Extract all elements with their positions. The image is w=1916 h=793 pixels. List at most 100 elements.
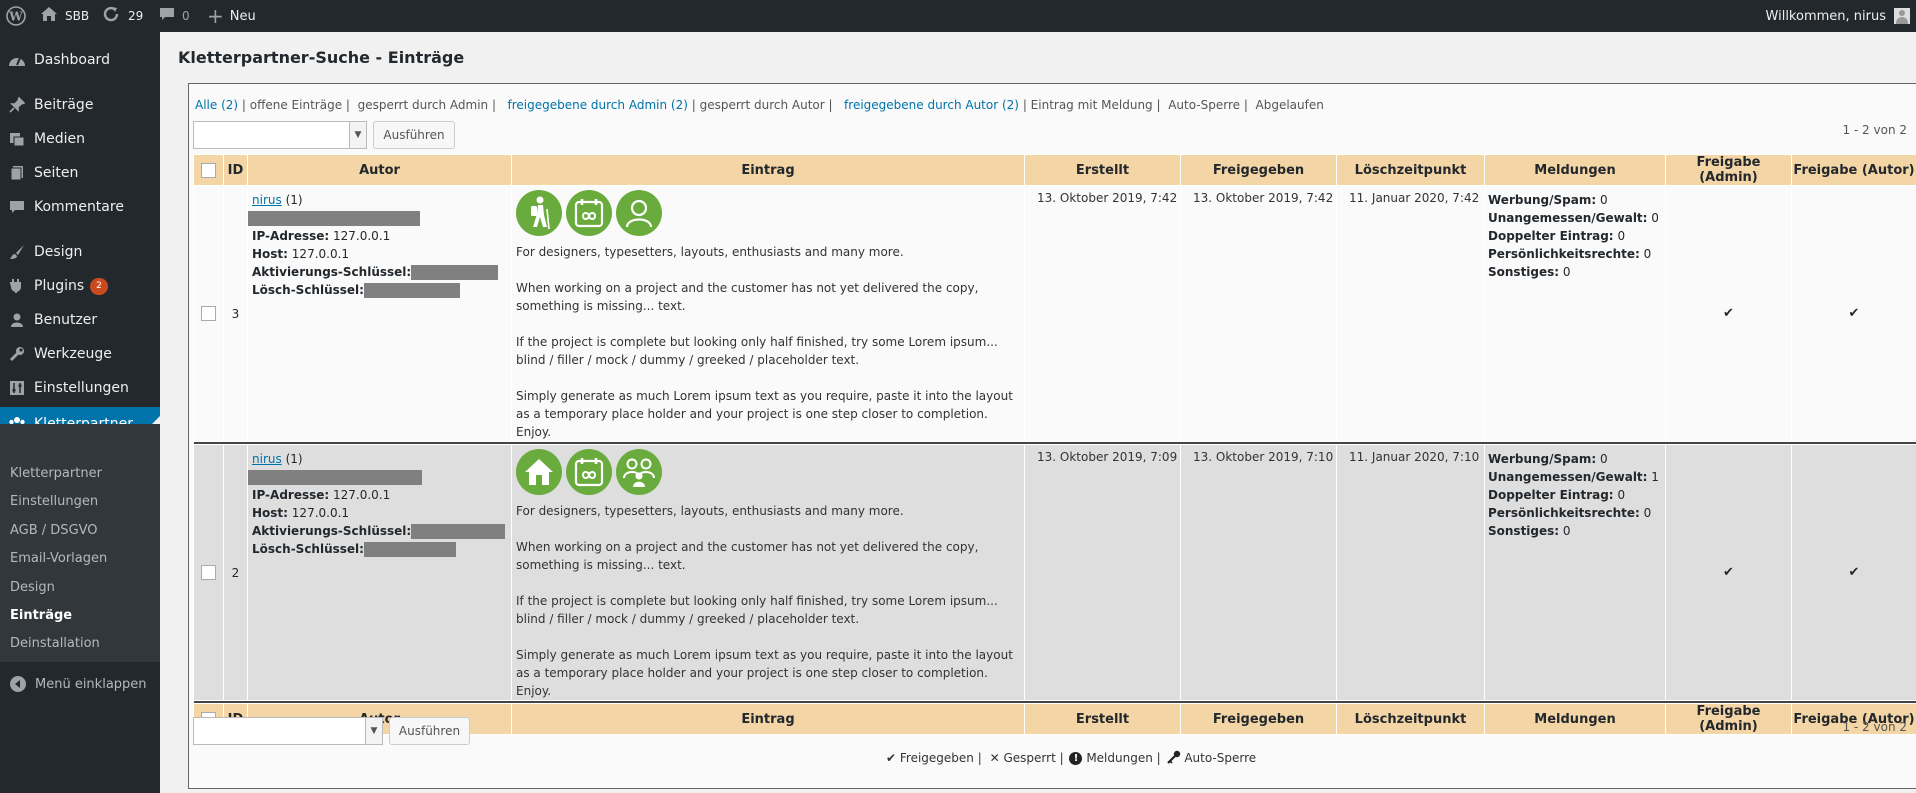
site-link[interactable]: SBB [40,0,89,32]
updates-count: 29 [128,9,144,23]
submenu-item-einstellungen[interactable]: Einstellungen [10,494,98,509]
column-header[interactable]: Freigabe (Admin) [1665,154,1792,186]
redacted-delete-key [363,542,456,557]
calendar-infinity-icon [566,449,612,495]
column-footer[interactable]: Freigegeben [1180,703,1337,735]
delete-date: 11. Januar 2020, 7:42 [1349,191,1480,205]
filter-locked-author[interactable]: gesperrt durch Autor [700,98,825,112]
wrench-icon [0,346,34,362]
row-checkbox[interactable] [201,306,216,321]
menu-label: Seiten [34,165,79,181]
menu-item-dashboard[interactable]: Dashboard [0,43,160,77]
apply-button-bottom[interactable]: Ausführen [389,717,470,745]
filter-reported[interactable]: Eintrag mit Meldung [1031,98,1153,112]
submenu-item-kletterpartner[interactable]: Kletterpartner [10,466,102,481]
column-header[interactable]: ID [223,154,248,186]
filter-all[interactable]: Alle (2) [195,98,238,112]
avatar-icon [1894,8,1910,24]
filter-approved-author[interactable]: freigegebene durch Autor (2) [844,98,1019,112]
created-date: 13. Oktober 2019, 7:42 [1037,191,1178,205]
comments-link[interactable]: 0 [159,0,190,32]
entry-paragraph: When working on a project and the custom… [516,281,979,313]
report-abuse-value: 0 [1651,211,1659,225]
filter-expired[interactable]: Abgelaufen [1256,98,1324,112]
report-privacy-value: 0 [1643,247,1652,261]
menu-item-comments[interactable]: Kommentare [0,190,160,224]
submenu-item-eintraege[interactable]: Einträge [10,608,72,623]
submenu-item-agb[interactable]: AGB / DSGVO [10,523,98,538]
collapse-menu-button[interactable]: Menü einklappen [10,676,147,692]
bulk-action-select-bottom[interactable]: ▼ [193,717,383,745]
updates-link[interactable]: 29 [102,0,143,32]
select-all-header[interactable] [193,154,224,186]
filter-auto-lock[interactable]: Auto-Sperre [1168,98,1240,112]
bulk-action-select-top[interactable]: ▼ [193,121,367,149]
admin-approval-toggle[interactable]: ✔ [1665,444,1792,701]
column-footer[interactable]: Erstellt [1024,703,1181,735]
entry-paragraph: For designers, typesetters, layouts, ent… [516,504,904,518]
row-checkbox[interactable] [201,565,216,580]
menu-item-users[interactable]: Benutzer [0,303,160,337]
menu-item-media[interactable]: Medien [0,122,160,156]
filter-open[interactable]: offene Einträge [250,98,342,112]
author-approval-toggle[interactable]: ✔ [1791,185,1916,442]
collapse-label: Menü einklappen [35,676,147,692]
report-duplicate-label: Doppelter Eintrag: [1488,488,1614,502]
admin-approval-toggle[interactable]: ✔ [1665,185,1792,442]
plugin-icon [0,278,34,294]
column-footer[interactable]: Eintrag [511,703,1025,735]
menu-item-design[interactable]: Design [0,235,160,269]
kletterpartner-submenu: Kletterpartner Einstellungen AGB / DSGVO… [0,424,160,662]
activation-key-label: Aktivierungs-Schlüssel: [252,524,412,538]
menu-item-plugins[interactable]: Plugins 2 [0,269,160,303]
settings-icon [0,380,34,396]
admin-bar: W SBB 29 0 + Neu Willkommen, nirus [0,0,1916,32]
column-header[interactable]: Autor [247,154,512,186]
author-link[interactable]: nirus [252,193,282,207]
submenu-item-email-vorlagen[interactable]: Email-Vorlagen [10,551,107,566]
report-other-value: 0 [1562,524,1571,538]
column-footer[interactable]: Löschzeitpunkt [1336,703,1485,735]
avatar[interactable] [1894,0,1910,32]
menu-label: Beiträge [34,97,94,113]
new-label: Neu [229,8,256,24]
menu-label: Plugins [34,278,85,294]
entries-table: ID Autor Eintrag Erstellt Freigegeben Lö… [193,154,1916,735]
menu-item-pages[interactable]: Seiten [0,156,160,190]
menu-item-posts[interactable]: Beiträge [0,88,160,122]
author-approval-toggle[interactable]: ✔ [1791,444,1916,701]
apply-button-top[interactable]: Ausführen [373,121,455,149]
column-header[interactable]: Meldungen [1484,154,1666,186]
account-link[interactable]: Willkommen, nirus [1766,0,1886,32]
column-header[interactable]: Freigegeben [1180,154,1337,186]
column-header[interactable]: Freigabe (Autor) [1791,154,1916,186]
column-header[interactable]: Eintrag [511,154,1025,186]
column-footer[interactable]: Meldungen [1484,703,1666,735]
entry-paragraph: When working on a project and the custom… [516,540,979,572]
report-abuse-label: Unangemessen/Gewalt: [1488,470,1648,484]
calendar-infinity-icon [566,190,612,236]
menu-label: Kommentare [34,199,124,215]
media-icon [0,131,34,147]
column-header[interactable]: Löschzeitpunkt [1336,154,1485,186]
report-abuse-value: 1 [1651,470,1659,484]
report-privacy-label: Persönlichkeitsrechte: [1488,506,1640,520]
menu-item-settings[interactable]: Einstellungen [0,371,160,405]
submenu-item-design[interactable]: Design [10,580,55,595]
chevron-down-icon: ▼ [365,718,382,744]
wordpress-logo-icon[interactable]: W [6,0,26,32]
select-all-checkbox[interactable] [201,162,216,178]
column-footer[interactable]: Freigabe (Admin) [1665,703,1792,735]
column-header[interactable]: Erstellt [1024,154,1181,186]
menu-item-tools[interactable]: Werkzeuge [0,337,160,371]
family-icon [616,449,662,495]
new-link[interactable]: + Neu [207,0,256,32]
reports-cell: Werbung/Spam: 0 Unangemessen/Gewalt: 1 D… [1484,444,1666,701]
user-icon [0,312,34,328]
approved-date: 13. Oktober 2019, 7:42 [1193,191,1334,205]
filter-locked-admin[interactable]: gesperrt durch Admin [358,98,489,112]
update-icon [102,5,120,27]
filter-approved-admin[interactable]: freigegebene durch Admin (2) [508,98,688,112]
author-link[interactable]: nirus [252,452,282,466]
submenu-item-deinstallation[interactable]: Deinstallation [10,636,100,651]
